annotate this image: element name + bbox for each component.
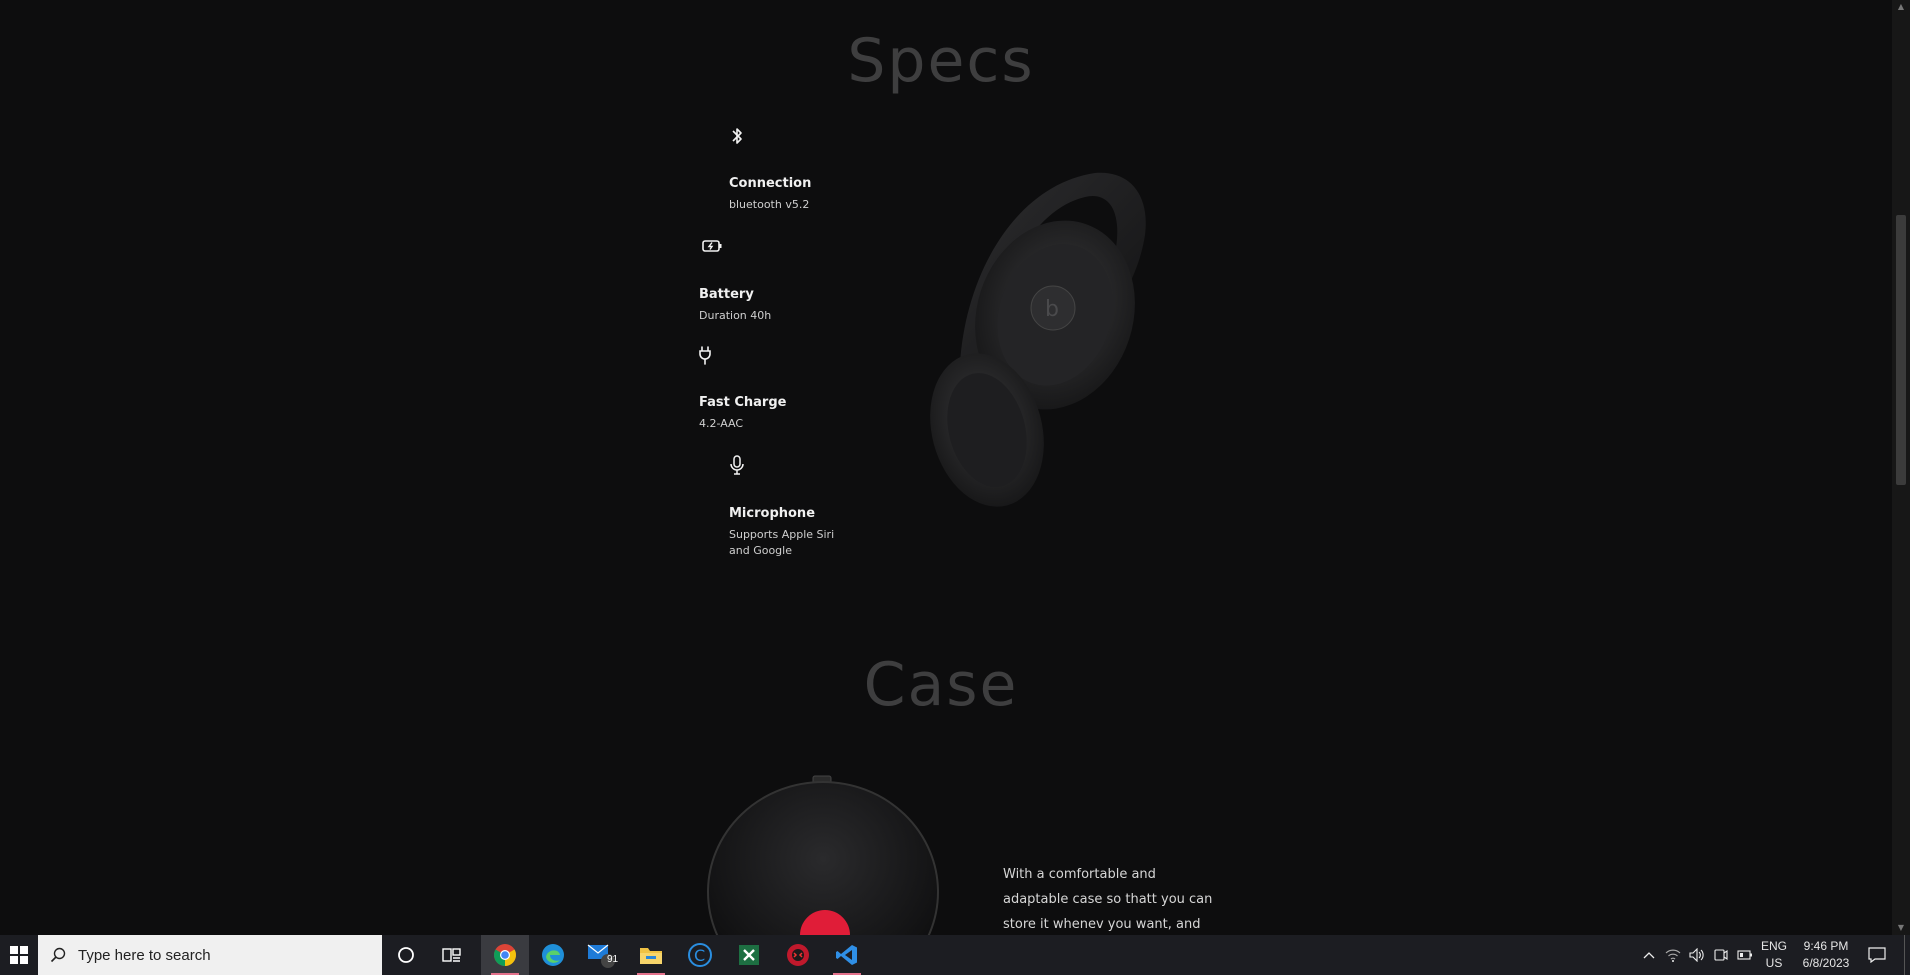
battery-icon xyxy=(1737,950,1752,960)
search-icon xyxy=(50,947,66,963)
excel-icon xyxy=(739,945,759,965)
specs-heading: Specs xyxy=(847,26,1035,96)
search-placeholder: Type here to search xyxy=(78,946,211,964)
spec-desc-battery: Duration 40h xyxy=(699,309,772,322)
task-view-button[interactable] xyxy=(431,935,473,975)
cortana-button[interactable] xyxy=(385,935,427,975)
chevron-up-icon xyxy=(1643,952,1655,959)
headphones-image: b xyxy=(905,165,1165,525)
taskbar-search-input[interactable]: Type here to search xyxy=(38,935,382,975)
battery-charging-icon xyxy=(700,234,724,258)
scrollbar-thumb[interactable] xyxy=(1896,215,1906,485)
windows-logo-icon xyxy=(10,946,28,964)
language-indicator[interactable]: ENG US xyxy=(1756,938,1792,972)
bluetooth-icon xyxy=(725,124,749,148)
notification-icon xyxy=(1868,947,1886,963)
spec-desc-fast-charge: 4.2-AAC xyxy=(699,417,744,430)
notifications-button[interactable] xyxy=(1862,935,1892,975)
clock[interactable]: 9:46 PM 6/8/2023 xyxy=(1796,938,1856,972)
clock-time: 9:46 PM xyxy=(1803,939,1849,953)
show-hidden-icons-button[interactable] xyxy=(1638,935,1660,975)
file-explorer-icon xyxy=(640,948,662,964)
spec-title-fast-charge: Fast Charge xyxy=(699,395,787,410)
ccleaner-icon: C xyxy=(688,943,712,967)
start-button[interactable] xyxy=(0,935,38,975)
page-scrollbar[interactable]: ▲ ▼ xyxy=(1892,0,1910,935)
case-description: With a comfortable and adaptable case so… xyxy=(1003,867,1213,932)
taskbar-app-excel[interactable] xyxy=(725,935,773,975)
meet-now-button[interactable] xyxy=(1710,935,1732,975)
taskbar-app-edge[interactable] xyxy=(529,935,577,975)
case-image xyxy=(705,772,940,935)
mail-badge: 91 xyxy=(607,954,619,965)
chrome-icon xyxy=(494,944,516,966)
svg-text:b: b xyxy=(1045,297,1059,322)
taskbar-app-vscode[interactable] xyxy=(823,935,871,975)
cortana-icon xyxy=(398,947,414,963)
spec-title-microphone: Microphone xyxy=(729,506,816,521)
case-heading: Case xyxy=(863,650,1019,720)
scroll-down-arrow-icon[interactable]: ▼ xyxy=(1892,921,1910,935)
battery-button[interactable] xyxy=(1734,935,1756,975)
volume-icon xyxy=(1689,948,1704,962)
taskbar-app-mail[interactable]: 91 xyxy=(577,935,625,975)
game-app-icon xyxy=(787,944,809,966)
taskbar-app-chrome[interactable] xyxy=(481,935,529,975)
volume-button[interactable] xyxy=(1686,935,1708,975)
scroll-up-arrow-icon[interactable]: ▲ xyxy=(1892,0,1910,14)
spec-title-connection: Connection xyxy=(729,176,812,191)
show-desktop-button[interactable] xyxy=(1904,935,1910,975)
language-secondary: US xyxy=(1765,956,1783,970)
device-icon xyxy=(1714,949,1728,961)
wifi-icon xyxy=(1665,949,1681,962)
spec-desc-microphone: Supports Apple Siri and Google xyxy=(729,528,835,557)
spec-title-battery: Battery xyxy=(699,287,754,302)
webpage-viewport: Specs Connection bluetooth v5.2 Battery … xyxy=(0,0,1892,935)
vscode-icon xyxy=(836,945,857,965)
language-primary: ENG xyxy=(1760,939,1787,953)
taskbar-app-file-explorer[interactable] xyxy=(627,935,675,975)
edge-icon xyxy=(542,944,564,966)
task-view-icon xyxy=(442,948,461,962)
network-button[interactable] xyxy=(1662,935,1684,975)
microphone-icon xyxy=(725,453,749,477)
clock-date: 6/8/2023 xyxy=(1802,956,1850,970)
windows-taskbar: Type here to search 91 C ENG US 9:46 PM … xyxy=(0,935,1910,975)
taskbar-app-ccleaner[interactable]: C xyxy=(676,935,724,975)
svg-text:C: C xyxy=(694,946,705,965)
taskbar-app-game[interactable] xyxy=(774,935,822,975)
plug-icon xyxy=(693,343,717,367)
spec-desc-connection: bluetooth v5.2 xyxy=(729,198,810,211)
